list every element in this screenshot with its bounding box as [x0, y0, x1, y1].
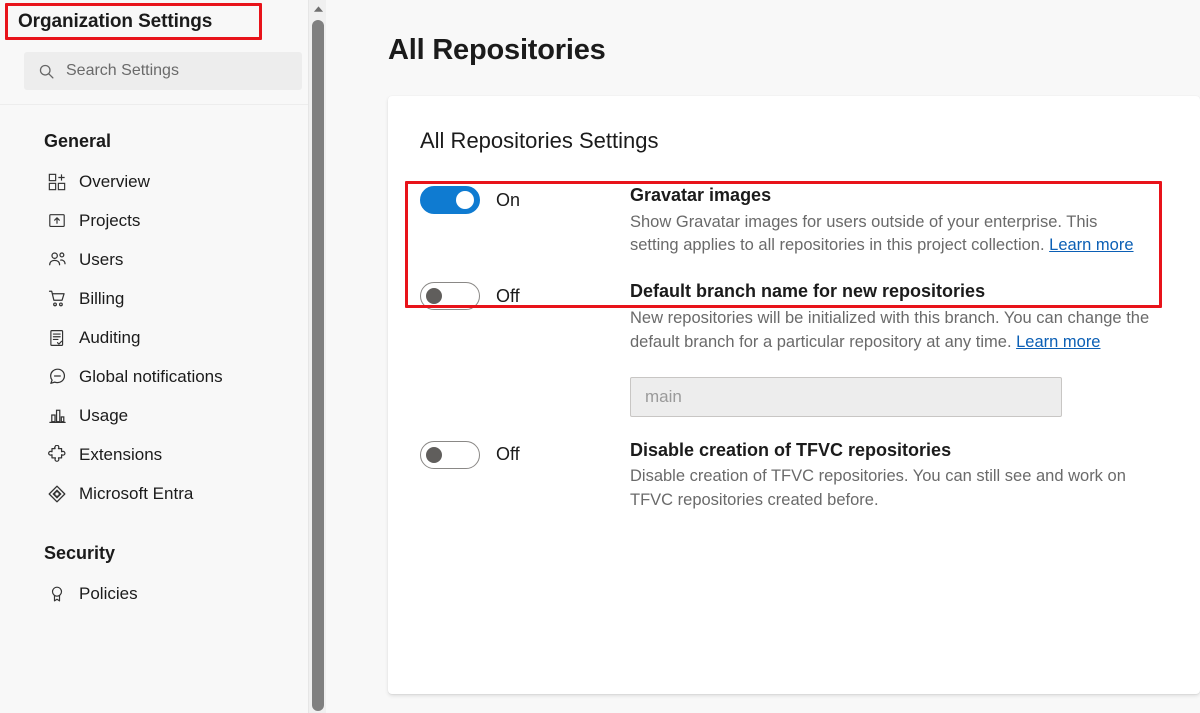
setting-row-default-branch-name: Off Default branch name for new reposito…	[388, 280, 1200, 416]
sidebar-item-label: Extensions	[79, 445, 162, 465]
clipboard-check-icon	[46, 327, 68, 349]
chevron-up-icon[interactable]	[309, 0, 326, 18]
organization-settings-title: Organization Settings	[18, 11, 212, 33]
toggle-column: Off	[420, 439, 630, 469]
disable-tfvc-toggle[interactable]	[420, 441, 480, 469]
setting-description: Show Gravatar images for users outside o…	[630, 211, 1150, 259]
setting-description-text: Show Gravatar images for users outside o…	[630, 213, 1097, 255]
sidebar-item-label: Auditing	[79, 328, 140, 348]
toggle-state-label: Off	[496, 286, 520, 307]
sidebar-item-label: Policies	[79, 584, 138, 604]
sidebar-item-microsoft-entra[interactable]: Microsoft Entra	[0, 474, 326, 513]
toggle-column: On	[420, 184, 630, 214]
settings-list: On Gravatar images Show Gravatar images …	[388, 184, 1200, 513]
search-input[interactable]: Search Settings	[24, 52, 302, 90]
sidebar-item-usage[interactable]: Usage	[0, 396, 326, 435]
cart-icon	[46, 288, 68, 310]
setting-body: Gravatar images Show Gravatar images for…	[630, 184, 1200, 258]
nav-group-general-title: General	[0, 123, 326, 162]
setting-title: Default branch name for new repositories	[630, 280, 1150, 303]
sidebar-item-label: Users	[79, 250, 123, 270]
toggle-knob	[426, 288, 442, 304]
sidebar-header: Organization Settings	[0, 0, 326, 44]
nav-group-security-title: Security	[0, 513, 326, 574]
sidebar-item-overview[interactable]: Overview	[0, 162, 326, 201]
search-icon	[36, 61, 56, 81]
sidebar-item-label: Usage	[79, 406, 128, 426]
sidebar-nav: General Overview	[0, 105, 326, 613]
toggle-column: Off	[420, 280, 630, 310]
sidebar-item-global-notifications[interactable]: Global notifications	[0, 357, 326, 396]
sidebar-item-auditing[interactable]: Auditing	[0, 318, 326, 357]
settings-sidebar: Organization Settings Search Settings Ge…	[0, 0, 326, 713]
sidebar-item-extensions[interactable]: Extensions	[0, 435, 326, 474]
setting-body: Disable creation of TFVC repositories Di…	[630, 439, 1200, 513]
puzzle-icon	[46, 444, 68, 466]
card-title: All Repositories Settings	[388, 96, 1200, 154]
sidebar-scrollbar[interactable]	[308, 0, 326, 713]
setting-title: Gravatar images	[630, 184, 1150, 207]
setting-title: Disable creation of TFVC repositories	[630, 439, 1150, 462]
sidebar-item-label: Overview	[79, 172, 150, 192]
sidebar-item-label: Global notifications	[79, 367, 223, 387]
sidebar-item-users[interactable]: Users	[0, 240, 326, 279]
search-placeholder: Search Settings	[66, 62, 179, 80]
dashboard-icon	[46, 171, 68, 193]
sidebar-item-label: Microsoft Entra	[79, 484, 193, 504]
main-content: All Repositories All Repositories Settin…	[326, 0, 1200, 713]
page-title: All Repositories	[326, 0, 1200, 67]
project-icon	[46, 210, 68, 232]
search-container: Search Settings	[0, 44, 326, 105]
app-root: Organization Settings Search Settings Ge…	[0, 0, 1200, 713]
toggle-knob	[456, 191, 474, 209]
setting-body: Default branch name for new repositories…	[630, 280, 1200, 416]
comment-icon	[46, 366, 68, 388]
users-icon	[46, 249, 68, 271]
setting-description: Disable creation of TFVC repositories. Y…	[630, 465, 1150, 513]
setting-row-gravatar-images: On Gravatar images Show Gravatar images …	[388, 184, 1200, 258]
toggle-knob	[426, 447, 442, 463]
setting-row-disable-tfvc: Off Disable creation of TFVC repositorie…	[388, 439, 1200, 513]
sidebar-item-label: Billing	[79, 289, 124, 309]
default-branch-name-placeholder: main	[645, 387, 682, 407]
gravatar-images-toggle[interactable]	[420, 186, 480, 214]
toggle-state-label: Off	[496, 444, 520, 465]
scrollbar-thumb[interactable]	[312, 20, 324, 711]
default-branch-name-toggle[interactable]	[420, 282, 480, 310]
sidebar-item-billing[interactable]: Billing	[0, 279, 326, 318]
learn-more-link[interactable]: Learn more	[1049, 236, 1133, 254]
learn-more-link[interactable]: Learn more	[1016, 333, 1100, 351]
default-branch-name-input[interactable]: main	[630, 377, 1062, 417]
bar-chart-icon	[46, 405, 68, 427]
sidebar-item-projects[interactable]: Projects	[0, 201, 326, 240]
setting-description: New repositories will be initialized wit…	[630, 307, 1150, 355]
shield-badge-icon	[46, 583, 68, 605]
toggle-state-label: On	[496, 190, 520, 211]
sidebar-item-label: Projects	[79, 211, 140, 231]
sidebar-item-policies[interactable]: Policies	[0, 574, 326, 613]
entra-diamond-icon	[46, 483, 68, 505]
settings-card: All Repositories Settings On Gravatar im…	[388, 96, 1200, 694]
